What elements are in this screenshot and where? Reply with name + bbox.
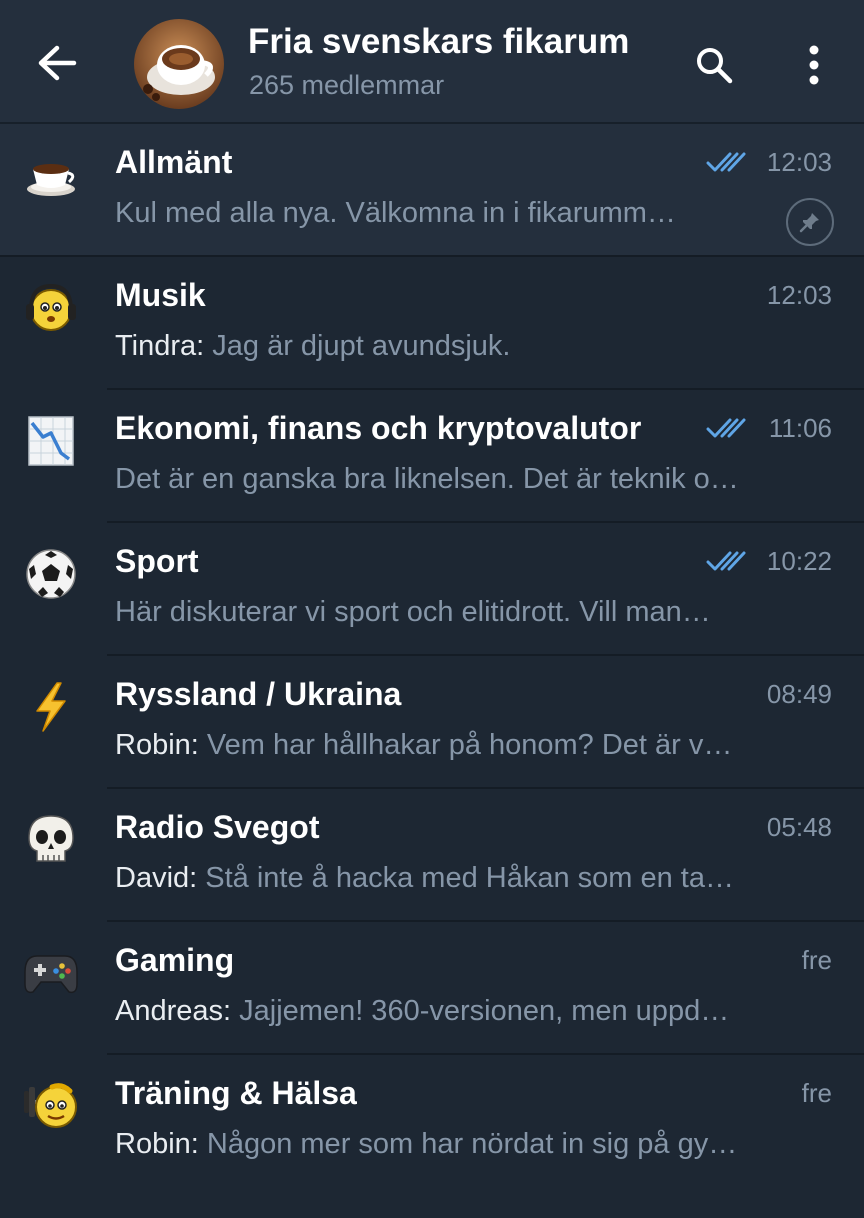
topic-last-message: Här diskuterar vi sport och elitidrott. … [115, 596, 711, 628]
topic-name: Träning & Hälsa [115, 1075, 357, 1111]
soccer-ball-icon [22, 545, 80, 603]
topic-last-message: Kul med alla nya. Välkomna in i fikarumm… [115, 197, 676, 229]
headphones-smiley-icon [22, 279, 80, 337]
coffee-cup-photo [134, 19, 224, 109]
topic-row[interactable]: Musik 12:03 Tindra: Jag är djupt avundsj… [0, 257, 864, 390]
chart-decreasing-icon [22, 412, 80, 470]
topic-row[interactable]: Ekonomi, finans och kryptovalutor 11:06 … [0, 390, 864, 523]
topic-name: Allmänt [115, 144, 233, 180]
chat-header: Fria svenskars fikarum 265 medlemmar [0, 0, 864, 124]
topic-row[interactable]: Gaming fre Andreas: Jajjemen! 360-versio… [0, 922, 864, 1055]
topic-last-message: Robin: Någon mer som har nördat in sig p… [115, 1128, 738, 1160]
double-check-icon [706, 418, 746, 438]
double-check-icon [706, 152, 746, 172]
search-icon [697, 48, 733, 84]
more-menu-button[interactable] [782, 33, 846, 97]
double-check-icon [706, 551, 746, 571]
more-vertical-icon [809, 45, 819, 85]
search-button[interactable] [682, 33, 746, 97]
topic-row[interactable]: Ryssland / Ukraina 08:49 Robin: Vem har … [0, 656, 864, 789]
topic-row[interactable]: Sport 10:22 Här diskuterar vi sport och … [0, 523, 864, 656]
topic-time: fre [801, 945, 832, 975]
topic-time: 12:03 [766, 280, 832, 310]
topic-last-message: Robin: Vem har hållhakar på honom? Det ä… [115, 729, 733, 761]
topic-last-message: Det är en ganska bra liknelsen. Det är t… [115, 463, 739, 495]
topic-name: Gaming [115, 942, 235, 978]
topic-row[interactable]: Radio Svegot 05:48 David: Stå inte å hac… [0, 789, 864, 922]
topic-time: fre [801, 1078, 832, 1108]
member-count: 265 medlemmar [249, 70, 445, 100]
coffee-cup-icon [22, 146, 80, 204]
topic-time: 10:22 [766, 546, 832, 576]
topic-time: 05:48 [766, 812, 832, 842]
topic-name: Ryssland / Ukraina [115, 676, 402, 712]
lightning-icon [22, 678, 80, 736]
arrow-left-icon [38, 45, 77, 81]
topic-name: Musik [115, 277, 206, 313]
topic-time: 12:03 [766, 147, 832, 177]
gamepad-icon [22, 944, 80, 1002]
topic-name: Ekonomi, finans och kryptovalutor [115, 410, 642, 446]
pin-badge [786, 198, 834, 246]
topic-name: Radio Svegot [115, 809, 320, 845]
topic-last-message: Andreas: Jajjemen! 360-versionen, men up… [115, 995, 730, 1027]
topic-row[interactable]: Allmänt 12:03 Kul med alla nya. Välkomna… [0, 124, 864, 257]
topic-row[interactable]: Träning & Hälsa fre Robin: Någon mer som… [0, 1055, 864, 1188]
back-button[interactable] [22, 32, 92, 94]
topic-name: Sport [115, 543, 199, 579]
pin-icon [799, 213, 819, 233]
topic-last-message: David: Stå inte å hacka med Håkan som en… [115, 862, 734, 894]
topic-time: 08:49 [766, 679, 832, 709]
topic-last-message: Tindra: Jag är djupt avundsjuk. [115, 330, 511, 362]
group-avatar[interactable] [134, 19, 224, 109]
skull-icon [22, 811, 80, 869]
weightlifting-smiley-icon [22, 1077, 80, 1135]
chat-title[interactable]: Fria svenskars fikarum [248, 22, 629, 62]
topic-time: 11:06 [768, 413, 832, 443]
